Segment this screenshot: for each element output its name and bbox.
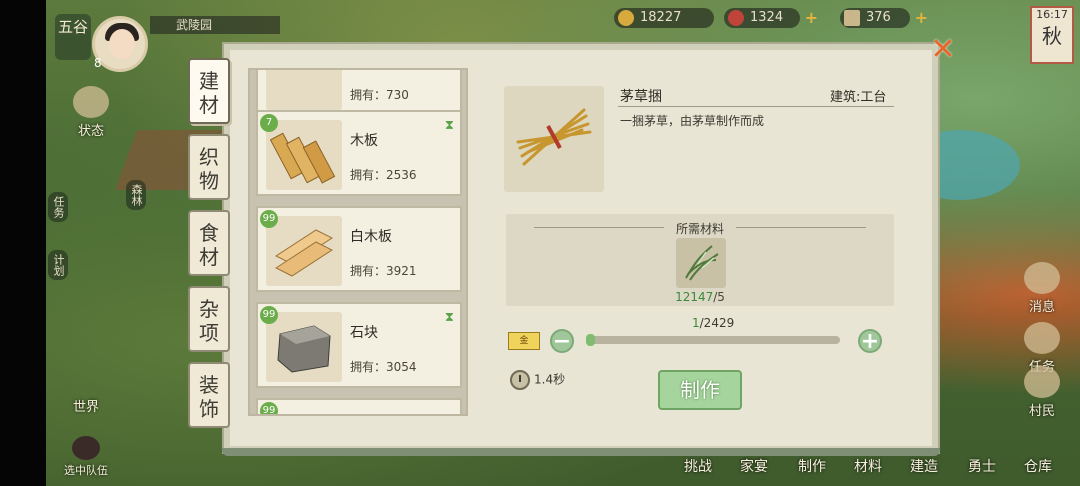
clock-icon — [510, 370, 530, 390]
thatch-grass-material[interactable] — [676, 238, 726, 288]
gem-icon — [728, 10, 744, 26]
status-icon — [73, 86, 109, 118]
tab-building-materials[interactable]: 建材 — [188, 58, 230, 124]
quantity-slider-fill — [586, 334, 595, 346]
required-materials-title: 所需材料 — [675, 222, 724, 236]
villager-button[interactable]: 村民 — [1020, 366, 1064, 419]
screen-notch — [0, 0, 46, 486]
add-tickets-button[interactable]: + — [915, 8, 928, 28]
material-need: /5 — [713, 290, 725, 304]
required-building: 建筑:工台 — [830, 90, 887, 105]
item-level-badge: 7 — [260, 114, 278, 132]
selected-team-button[interactable]: 选中队伍 — [56, 436, 116, 478]
thatch-bundle-image — [504, 86, 604, 192]
item-level-badge: 99 — [260, 306, 278, 324]
menu-banquet[interactable]: 家宴 — [740, 456, 768, 476]
team-avatar-icon — [72, 436, 100, 460]
material-list[interactable]: 拥有：730 7 木板 拥有：2536 ⧗ 99 白木板 拥有：3921 99 … — [248, 68, 468, 416]
quest-icon — [1024, 322, 1060, 354]
menu-challenge[interactable]: 挑战 — [684, 456, 712, 476]
quantity-max: /2429 — [699, 316, 735, 330]
villager-icon — [1024, 366, 1060, 398]
item-owned: 拥有：730 — [350, 88, 409, 102]
plan-tag[interactable]: 计划 — [48, 250, 68, 280]
tab-misc[interactable]: 杂项 — [188, 286, 230, 352]
message-label: 消息 — [1028, 300, 1055, 315]
list-item[interactable]: 拥有：730 — [256, 70, 462, 116]
material-count: 12147/5 — [506, 290, 894, 304]
tab-decorations[interactable]: 装饰 — [188, 362, 230, 428]
menu-warriors[interactable]: 勇士 — [968, 456, 996, 476]
menu-craft[interactable]: 制作 — [798, 456, 826, 476]
status-button[interactable]: 状态 — [68, 86, 114, 139]
quantity-readout: 1/2429 — [692, 316, 734, 330]
item-owned: 拥有：2536 — [350, 168, 417, 182]
ticket-counter: 376 + — [840, 8, 928, 28]
hourglass-icon: ⧗ — [444, 310, 454, 325]
list-item[interactable]: 99 石块 拥有：3054 ⧗ — [256, 302, 462, 388]
status-label: 状态 — [77, 124, 104, 139]
quantity-current: 1 — [692, 316, 700, 330]
material-have: 12147 — [675, 290, 714, 304]
add-gems-button[interactable]: + — [805, 8, 818, 28]
selected-team-label: 选中队伍 — [64, 464, 108, 477]
ticket-icon — [844, 10, 860, 26]
menu-materials[interactable]: 材料 — [854, 456, 882, 476]
list-item[interactable]: 99 白木板 拥有：3921 — [256, 206, 462, 292]
decrease-button[interactable]: − — [550, 329, 574, 353]
close-icon[interactable]: ✕ — [928, 35, 958, 66]
avatar-face — [109, 29, 135, 59]
item-title: 茅草捆 — [620, 89, 662, 105]
increase-button[interactable]: + — [858, 329, 882, 353]
title-divider — [618, 106, 894, 107]
coin-value: 18227 — [640, 10, 682, 25]
required-materials-panel: 所需材料 12147/5 — [506, 214, 894, 306]
gold-speedup-icon[interactable]: 金 — [508, 332, 540, 350]
item-description: 一捆茅草，由茅草制作而成 — [620, 114, 765, 128]
thatch-thumb — [266, 70, 342, 110]
hourglass-icon: ⧗ — [444, 118, 454, 133]
list-item[interactable]: 7 木板 拥有：2536 ⧗ — [256, 110, 462, 196]
ticket-value: 376 — [866, 10, 891, 25]
season-text: 秋 — [1042, 24, 1062, 48]
item-owned: 拥有：3921 — [350, 264, 417, 278]
item-level-badge: 99 — [260, 402, 278, 414]
white-plank-thumb — [266, 216, 342, 286]
wood-plank-thumb — [266, 120, 342, 190]
quantity-slider[interactable] — [586, 334, 840, 346]
world-label: 世界 — [72, 400, 99, 415]
tab-fabrics[interactable]: 织物 — [188, 134, 230, 200]
craft-time-value: 1.4秒 — [534, 372, 566, 387]
forest-tag: 森林 — [126, 180, 146, 210]
gem-counter: 1324 + — [724, 8, 818, 28]
season-badge-text: 五谷 — [57, 18, 88, 36]
gem-value: 1324 — [750, 10, 784, 25]
stone-block-thumb — [266, 312, 342, 382]
menu-warehouse[interactable]: 仓库 — [1024, 456, 1052, 476]
time-text: 16:17 — [1036, 8, 1068, 21]
season-badge[interactable]: 五谷 — [55, 14, 91, 60]
menu-build[interactable]: 建造 — [910, 456, 938, 476]
task-tag[interactable]: 任务 — [48, 192, 68, 222]
message-icon — [1024, 262, 1060, 294]
item-name: 白木板 — [350, 229, 392, 245]
coin-counter: 18227 — [614, 8, 714, 28]
tab-ingredients[interactable]: 食材 — [188, 210, 230, 276]
season-clock[interactable]: 16:17 秋 — [1030, 6, 1074, 64]
item-name: 石块 — [350, 325, 378, 341]
craft-button[interactable]: 制作 — [658, 370, 742, 410]
coin-icon — [618, 10, 634, 26]
item-owned: 拥有：3054 — [350, 360, 417, 374]
item-name: 木板 — [350, 133, 378, 149]
list-item[interactable]: 99 — [256, 398, 462, 414]
villager-label: 村民 — [1028, 404, 1055, 419]
player-level: 8 — [94, 56, 102, 70]
message-button[interactable]: 消息 — [1020, 262, 1064, 315]
craft-time: 1.4秒 — [510, 370, 565, 390]
world-button[interactable]: 世界 — [62, 396, 110, 415]
item-level-badge: 99 — [260, 210, 278, 228]
location-name: 武陵园 — [150, 16, 280, 34]
